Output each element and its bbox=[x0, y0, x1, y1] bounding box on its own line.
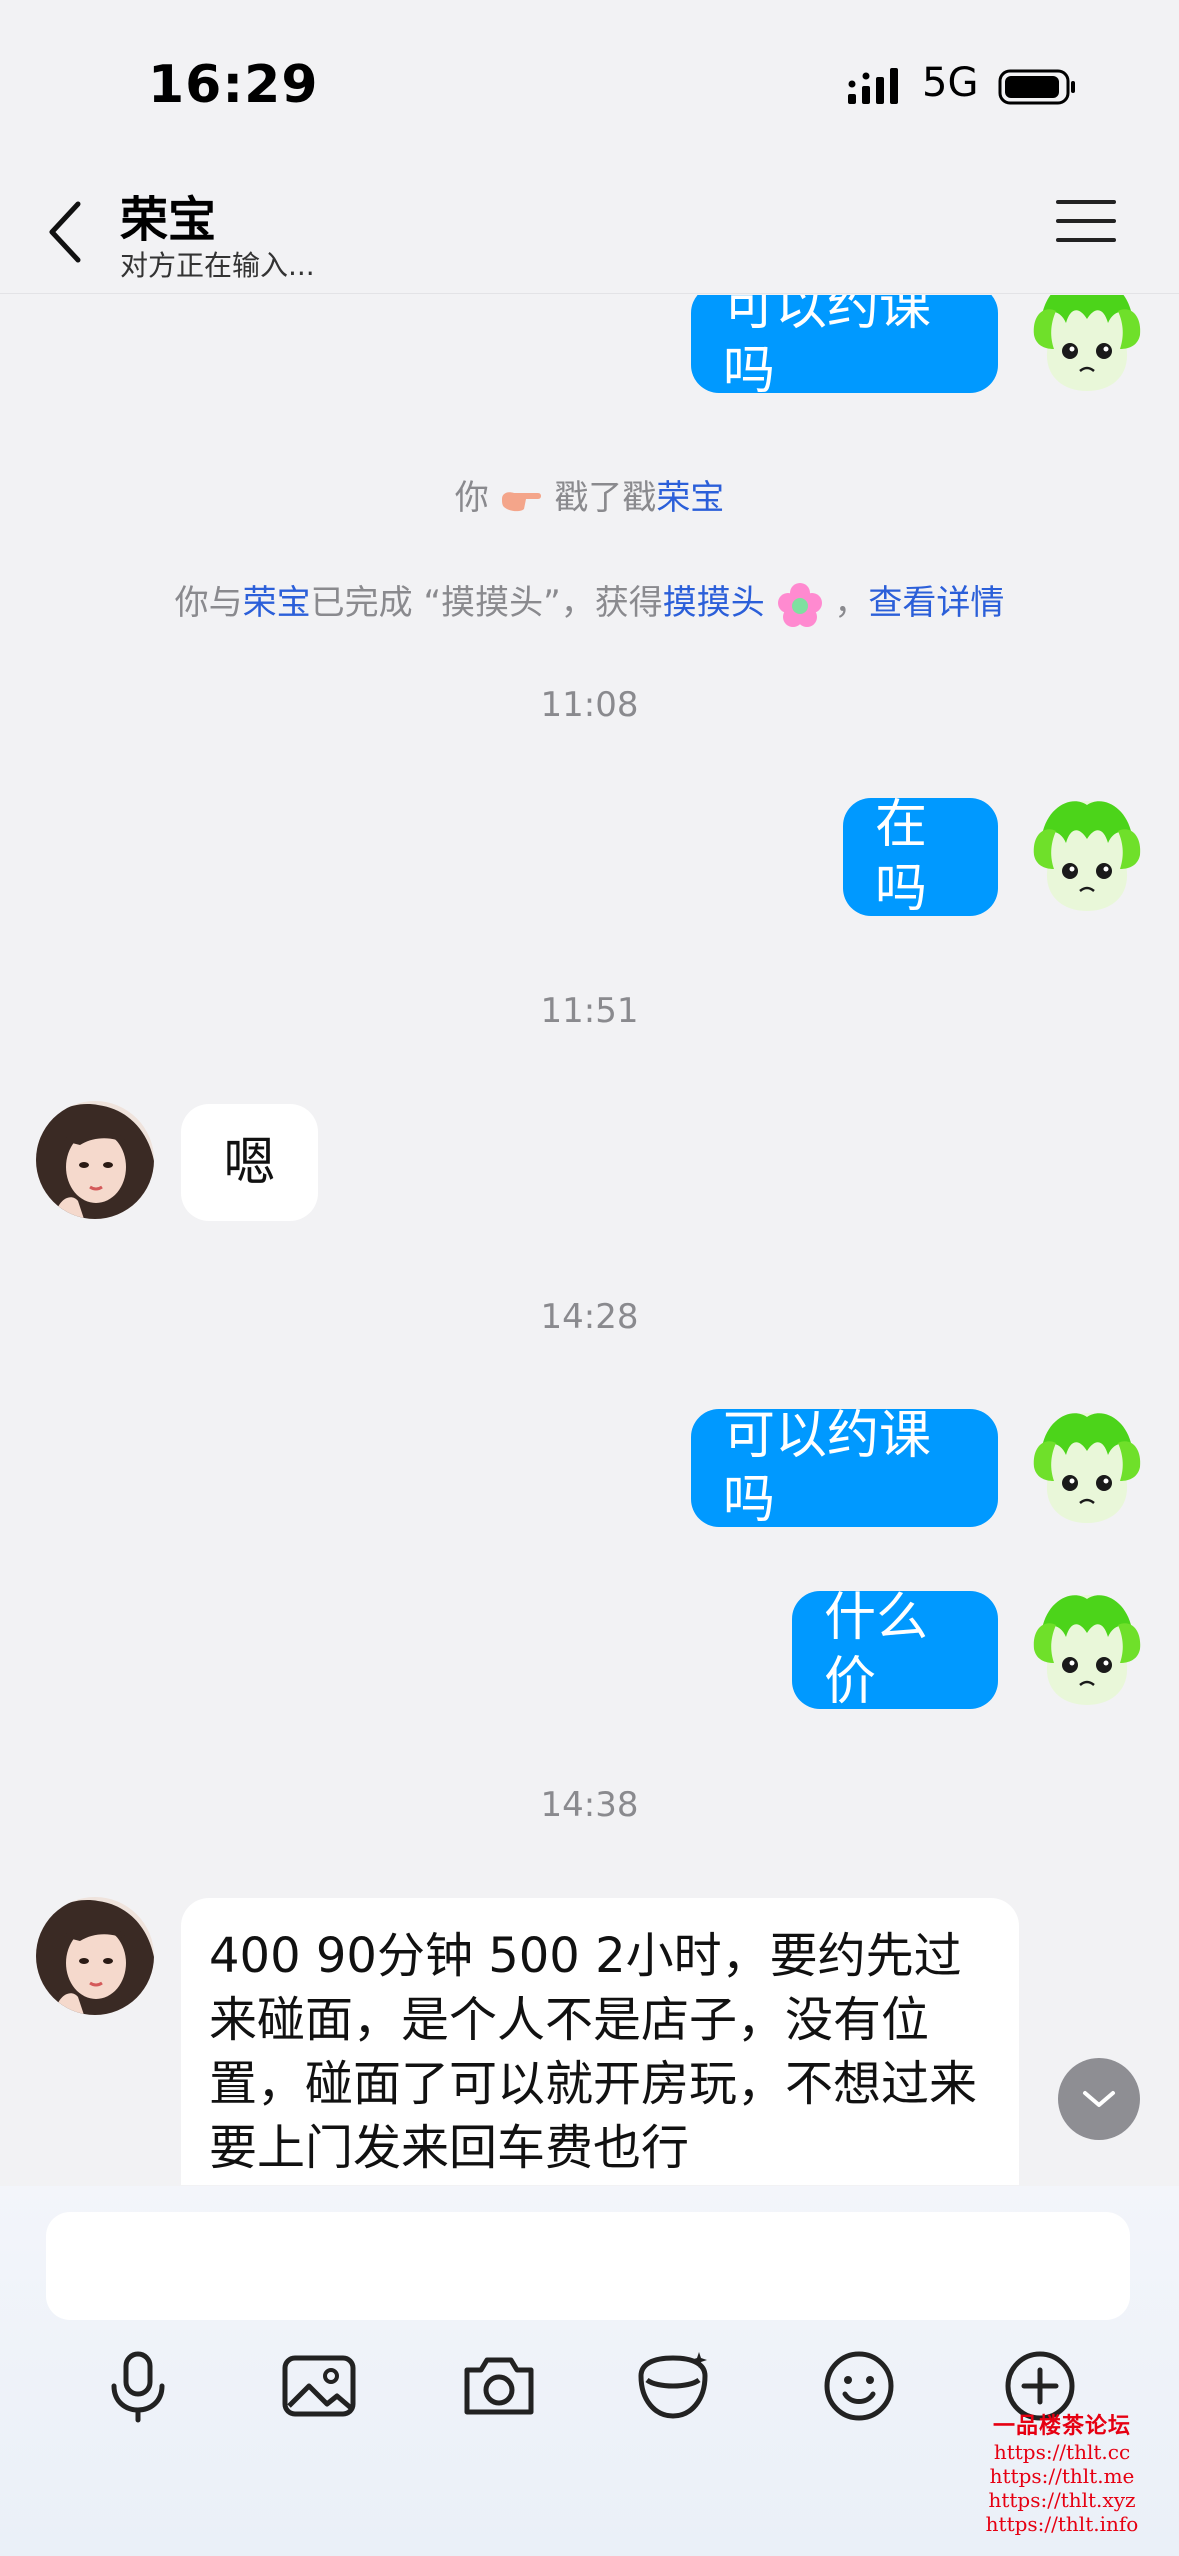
back-button[interactable] bbox=[34, 192, 94, 272]
system-message-poke: 你 戳了戳荣宝 bbox=[0, 470, 1179, 519]
pointing-hand-icon bbox=[501, 491, 541, 511]
menu-line-icon bbox=[1056, 200, 1116, 204]
cellular-signal-icon bbox=[848, 68, 898, 104]
menu-line-icon bbox=[1056, 219, 1116, 223]
my-avatar[interactable] bbox=[1028, 795, 1146, 913]
poke-action: 戳了戳 bbox=[554, 478, 657, 518]
achievement-name-link[interactable]: 荣宝 bbox=[243, 583, 311, 623]
camera-icon[interactable] bbox=[459, 2346, 539, 2426]
message-bubble-outgoing[interactable]: 在吗 bbox=[843, 795, 998, 919]
chat-header: 荣宝 对方正在输入... bbox=[0, 170, 1179, 294]
achievement-separator: ， bbox=[834, 583, 869, 623]
message-bubble-outgoing[interactable]: 可以约课吗 bbox=[691, 295, 998, 401]
watermark-url: https://thlt.cc bbox=[993, 2440, 1131, 2464]
watermark: 一品楼茶论坛 https://thlt.cc https://thlt.me h… bbox=[950, 2408, 1174, 2536]
achievement-reward-link[interactable]: 摸摸头 bbox=[663, 583, 765, 623]
microphone-icon[interactable] bbox=[98, 2346, 178, 2426]
typing-status: 对方正在输入... bbox=[120, 249, 315, 282]
view-details-link[interactable]: 查看详情 bbox=[868, 583, 1004, 623]
contact-name[interactable]: 荣宝 bbox=[120, 180, 216, 250]
menu-button[interactable] bbox=[1056, 200, 1116, 260]
timestamp: 11:08 bbox=[540, 685, 639, 725]
menu-line-icon bbox=[1056, 238, 1116, 242]
poke-target[interactable]: 荣宝 bbox=[656, 478, 724, 518]
system-message-achievement: 你与荣宝已完成 “摸摸头”，获得摸摸头 ，查看详情 bbox=[0, 575, 1179, 629]
message-bubble-outgoing[interactable]: 可以约课吗 bbox=[691, 1406, 998, 1530]
message-input[interactable] bbox=[46, 2212, 1130, 2320]
poke-you: 你 bbox=[454, 478, 489, 518]
contact-avatar[interactable] bbox=[36, 1897, 154, 2015]
watermark-url: https://thlt.xyz bbox=[988, 2488, 1136, 2512]
red-packet-icon[interactable] bbox=[633, 2346, 713, 2426]
achievement-prefix: 你与 bbox=[174, 583, 243, 623]
timestamp: 14:38 bbox=[540, 1785, 639, 1825]
my-avatar[interactable] bbox=[1028, 1589, 1146, 1707]
timestamp: 14:28 bbox=[540, 1297, 639, 1337]
watermark-url: https://thlt.info bbox=[985, 2512, 1139, 2536]
my-avatar[interactable] bbox=[1028, 295, 1146, 393]
scroll-to-bottom-button[interactable] bbox=[1058, 2058, 1140, 2140]
message-bubble-incoming[interactable]: 400 90分钟 500 2小时，要约先过来碰面，是个人不是店子，没有位置，碰面… bbox=[181, 1898, 1019, 2185]
chevron-down-icon bbox=[1083, 2091, 1115, 2107]
image-icon[interactable] bbox=[279, 2346, 359, 2426]
achievement-middle: 已完成 “摸摸头”，获得 bbox=[310, 583, 663, 623]
emoji-icon[interactable] bbox=[819, 2346, 899, 2426]
message-bubble-outgoing[interactable]: 什么价 bbox=[792, 1588, 998, 1712]
network-type: 5G bbox=[922, 60, 979, 106]
message-bubble-incoming[interactable]: 嗯 bbox=[181, 1104, 318, 1221]
my-avatar[interactable] bbox=[1028, 1407, 1146, 1525]
watermark-title: 一品楼茶论坛 bbox=[992, 2413, 1131, 2439]
watermark-url: https://thlt.me bbox=[989, 2464, 1135, 2488]
message-list[interactable]: 可以约课吗 你 戳了戳荣宝 你与荣宝已完成 “摸摸头”，获得摸摸头 ，查看详情 … bbox=[0, 295, 1179, 2185]
status-time: 16:29 bbox=[148, 55, 319, 115]
battery-icon bbox=[998, 69, 1075, 105]
timestamp: 11:51 bbox=[540, 991, 639, 1031]
flower-icon bbox=[777, 582, 822, 627]
status-bar: 16:29 5G bbox=[0, 0, 1179, 170]
contact-avatar[interactable] bbox=[36, 1101, 154, 1219]
